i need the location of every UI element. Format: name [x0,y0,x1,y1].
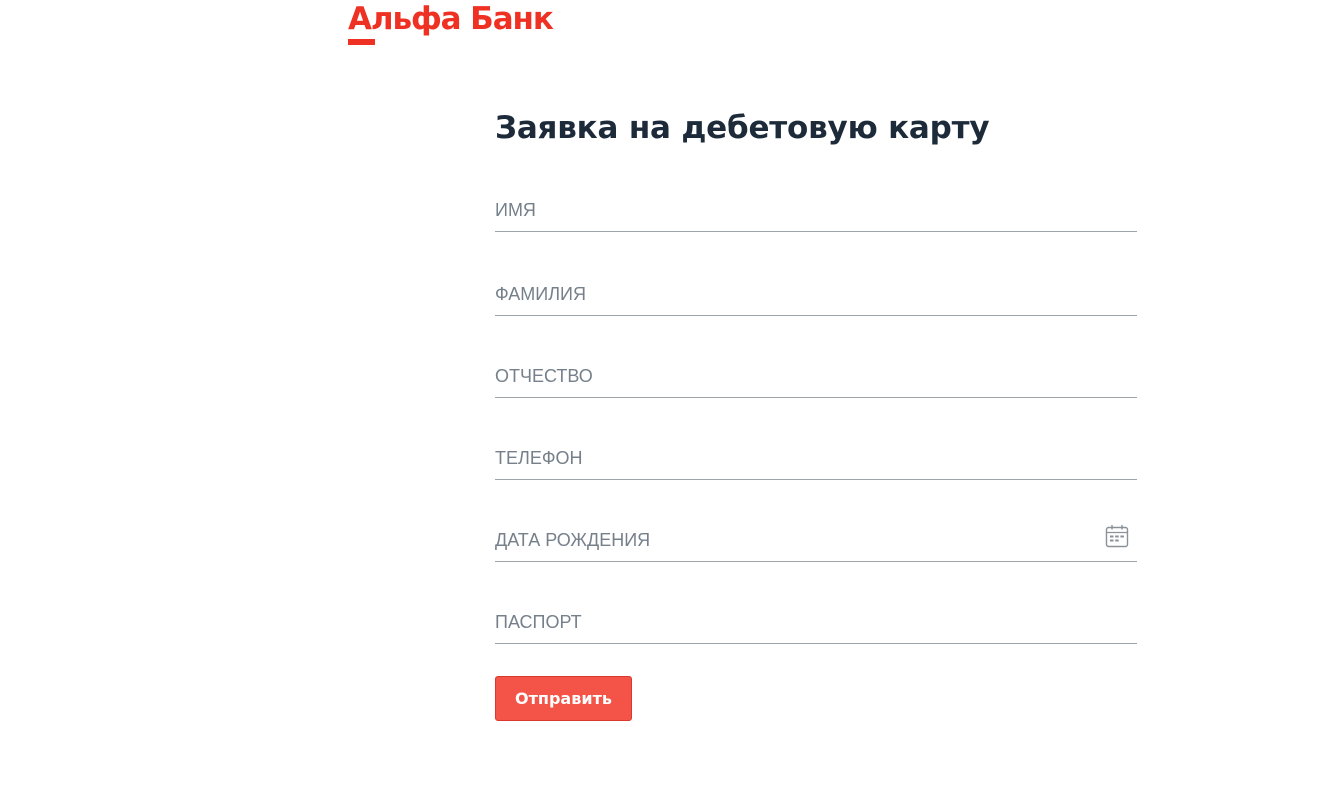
logo-text: Альфа Банк [348,1,554,37]
form-fields [495,182,1137,676]
last-name-input[interactable] [495,266,1137,316]
submit-button[interactable]: Отправить [495,676,632,721]
page-title: Заявка на дебетовую карту [495,110,990,146]
first-name-input[interactable] [495,182,1137,232]
calendar-icon[interactable] [1105,524,1129,548]
passport-field [495,594,1137,676]
logo-underline [348,39,375,45]
phone-input[interactable] [495,430,1137,480]
patronymic-input[interactable] [495,348,1137,398]
birth-date-input[interactable] [495,512,1137,562]
page: Альфа Банк Заявка на дебетовую карту ИМЯ… [0,0,1323,790]
phone-field [495,430,1137,512]
alfa-bank-logo[interactable]: Альфа Банк [348,1,554,47]
birth-date-field [495,512,1137,594]
last-name-field [495,266,1137,348]
passport-input[interactable] [495,594,1137,644]
first-name-field [495,182,1137,266]
patronymic-field [495,348,1137,430]
debit-card-application-form: Заявка на дебетовую карту ИМЯ ФАМИЛИЯ ОТ… [495,108,1137,721]
